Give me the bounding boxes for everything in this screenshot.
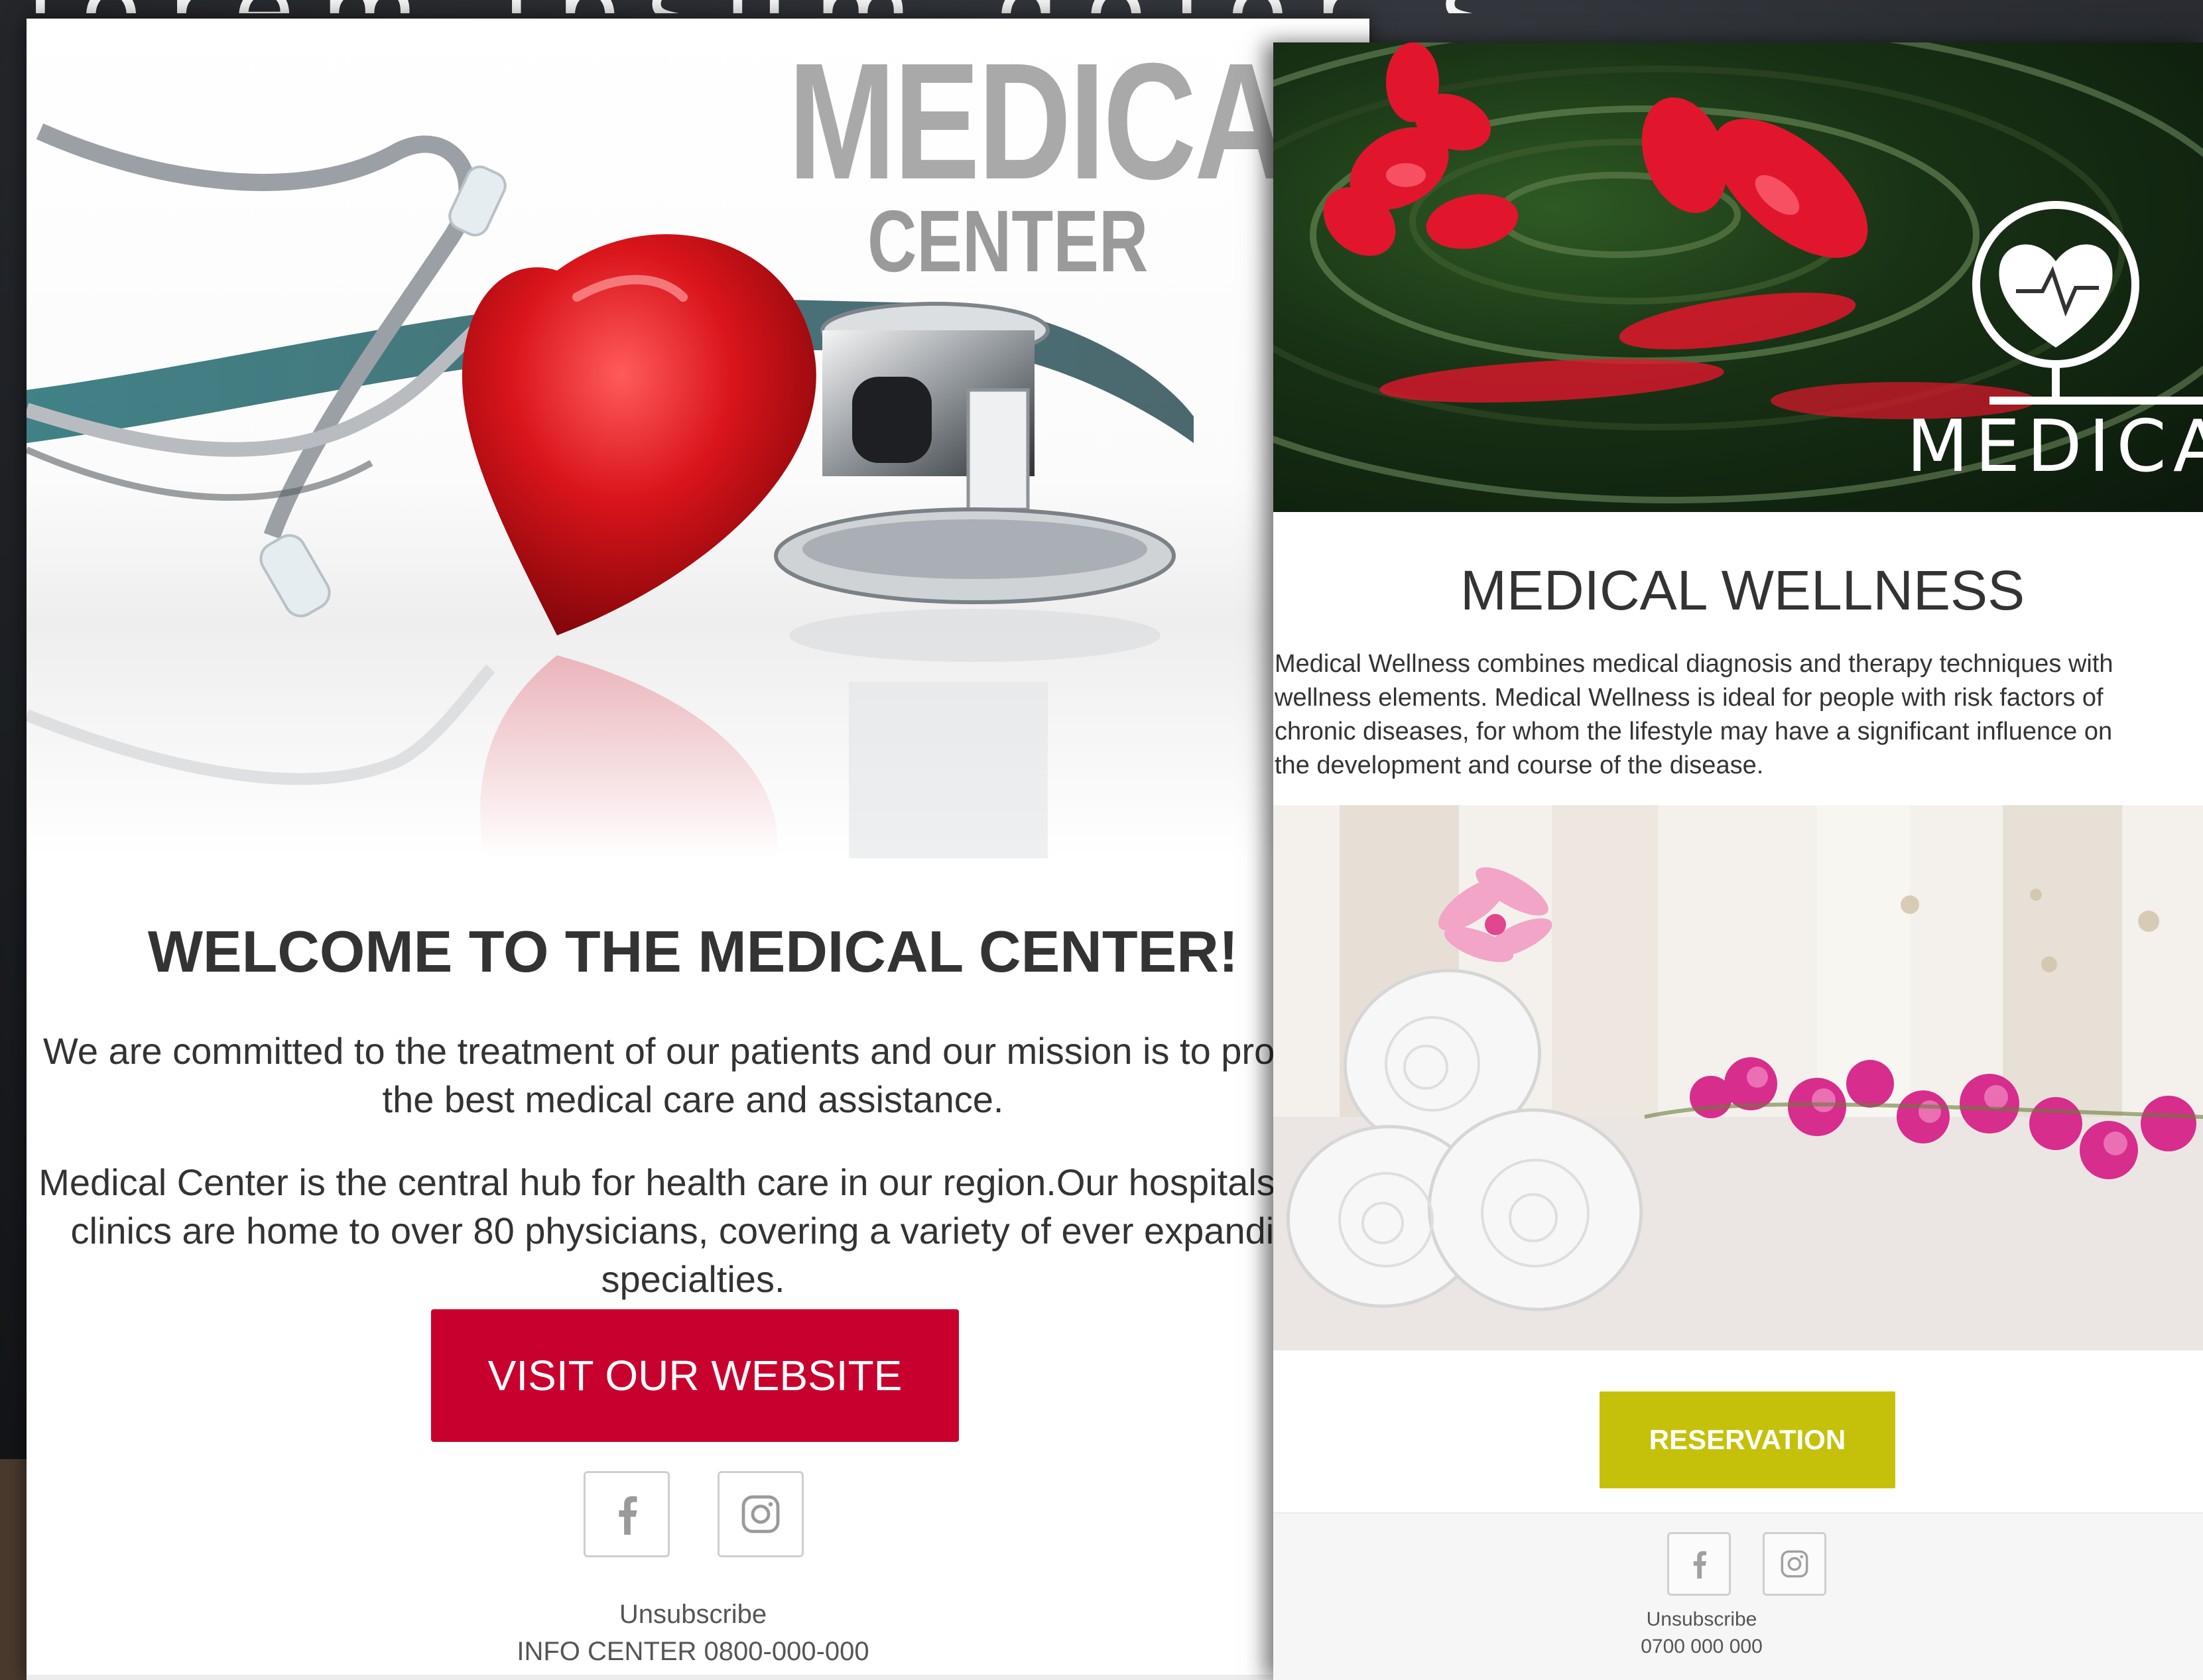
hub-paragraph: Medical Center is the central hub for he… bbox=[38, 1161, 1348, 1300]
instagram-link[interactable] bbox=[718, 1471, 804, 1557]
instagram-icon bbox=[1781, 1550, 1808, 1578]
visit-website-button[interactable]: VISIT OUR WEBSITE bbox=[431, 1309, 959, 1442]
info-center-phone: INFO CENTER 0800-000-000 bbox=[517, 1637, 869, 1666]
logo-heart-icon bbox=[1999, 244, 2113, 348]
towels-orchids-illustration bbox=[1273, 805, 2203, 1350]
wellness-heading: MEDICAL WELLNESS bbox=[1460, 559, 2025, 621]
facebook-icon bbox=[619, 1496, 637, 1535]
email-template-medical-center: MEDICAL CENTER WELCOME TO THE MEDICAL CE… bbox=[27, 19, 1369, 1680]
email-template-medical-wellness: MEDICAL MEDICAL WELLNESS Medical Wellnes… bbox=[1273, 42, 2203, 1680]
medical-logo-text: MEDICAL bbox=[1907, 405, 2203, 488]
reservation-button[interactable]: RESERVATION bbox=[1600, 1391, 1895, 1488]
background-top-text: lorem ipsum dolor sit amet bbox=[27, 0, 1485, 13]
facebook-icon bbox=[1693, 1551, 1706, 1579]
wellness-description: Medical Wellness combines medical diagno… bbox=[1275, 650, 2113, 779]
unsubscribe-link[interactable]: Unsubscribe bbox=[27, 1600, 1359, 1630]
towels-orchids-photo bbox=[1273, 805, 2203, 1350]
instagram-link-2[interactable] bbox=[1763, 1532, 1826, 1596]
wellness-phone: 0700 000 000 bbox=[1641, 1636, 1763, 1657]
facebook-link-2[interactable] bbox=[1667, 1532, 1731, 1596]
hero-flowers-water-image: MEDICAL bbox=[1273, 42, 2203, 512]
instagram-icon bbox=[741, 1495, 780, 1533]
facebook-link[interactable] bbox=[584, 1471, 670, 1557]
welcome-heading: WELCOME TO THE MEDICAL CENTER! bbox=[147, 919, 1239, 984]
red-heart bbox=[462, 234, 816, 635]
brand-center-subtitle: CENTER bbox=[867, 192, 1149, 290]
unsubscribe-link-2[interactable]: Unsubscribe bbox=[1273, 1608, 2203, 1631]
hero-stethoscope-heart-image: MEDICAL CENTER bbox=[27, 19, 1369, 858]
heart-reflection bbox=[480, 655, 778, 858]
footer-strip bbox=[27, 1675, 1369, 1680]
mission-paragraph: We are committed to the treatment of our… bbox=[43, 1030, 1343, 1120]
